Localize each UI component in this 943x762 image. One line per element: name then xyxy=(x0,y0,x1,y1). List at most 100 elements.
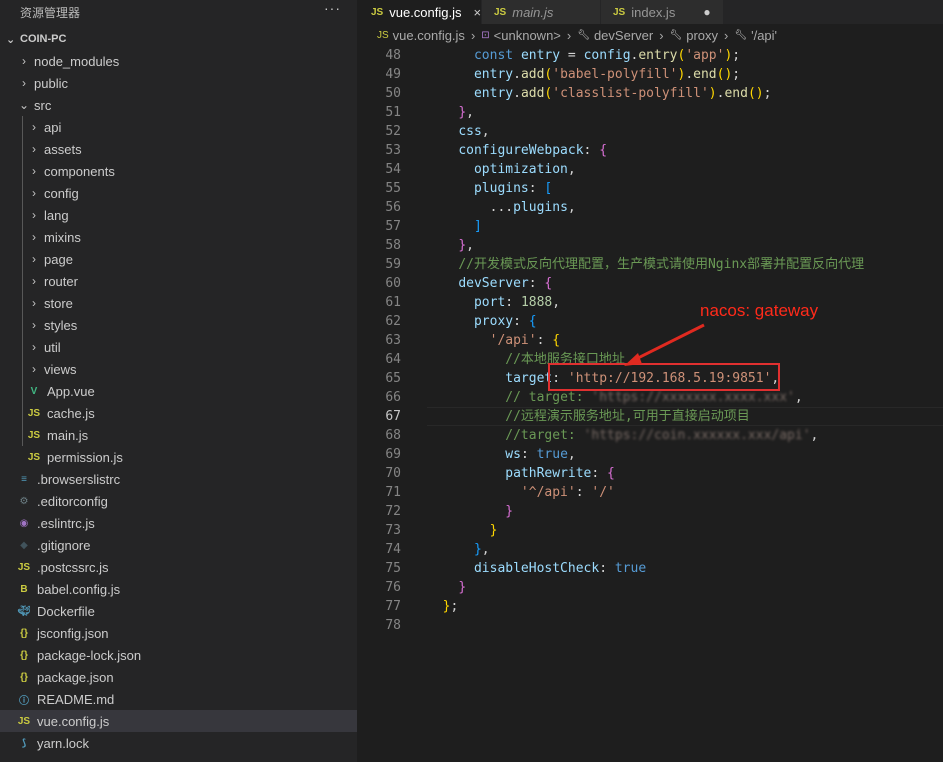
explorer-title: 资源管理器 xyxy=(20,5,81,20)
js-file-icon: JS xyxy=(371,6,384,18)
code-line[interactable]: 61 port: 1888, xyxy=(359,293,943,312)
tree-file[interactable]: ⟆ yarn.lock xyxy=(0,732,357,754)
tree-folder[interactable]: › views xyxy=(0,358,357,380)
code-line[interactable]: 59 //开发模式反向代理配置，生产模式请使用Nginx部署并配置反向代理 xyxy=(359,255,943,274)
code-token: , xyxy=(466,105,474,120)
tree-folder[interactable]: › components xyxy=(0,160,357,182)
tree-folder[interactable]: › mixins xyxy=(0,226,357,248)
tree-file[interactable]: ◉ .eslintrc.js xyxy=(0,512,357,534)
breadcrumb-item[interactable]: '/api' xyxy=(751,28,777,43)
code-line[interactable]: 78 xyxy=(359,616,943,635)
js-file-icon: JS xyxy=(377,29,389,41)
code-line[interactable]: 53 configureWebpack: { xyxy=(359,141,943,160)
code-text: //开发模式反向代理配置，生产模式请使用Nginx部署并配置反向代理 xyxy=(427,255,864,274)
code-token: add xyxy=(520,86,545,101)
tree-folder[interactable]: › public xyxy=(0,72,357,94)
code-token: plugins xyxy=(473,181,529,196)
code-line[interactable]: 72 } xyxy=(359,502,943,521)
tab-index-js[interactable]: JS index.js ● xyxy=(601,0,724,24)
code-line[interactable]: 70 pathRewrite: { xyxy=(359,464,943,483)
breadcrumb-item[interactable]: devServer xyxy=(594,28,653,43)
code-token: : xyxy=(528,276,545,291)
code-line[interactable]: 67 //远程演示服务地址,可用于直接启动项目 xyxy=(359,407,943,426)
line-number: 51 xyxy=(385,105,401,120)
code-line[interactable]: 75 disableHostCheck: true xyxy=(359,559,943,578)
code-line[interactable]: 58 }, xyxy=(359,236,943,255)
code-line[interactable]: 51 }, xyxy=(359,103,943,122)
tree-item-label: node_modules xyxy=(34,53,120,69)
code-line[interactable]: 77 }; xyxy=(359,597,943,616)
tree-folder[interactable]: › styles xyxy=(0,314,357,336)
code-line[interactable]: 56 ...plugins, xyxy=(359,198,943,217)
tab-vue-config[interactable]: JS vue.config.js × xyxy=(359,0,482,24)
json-file-icon: {} xyxy=(20,627,28,639)
tree-file[interactable]: JS main.js xyxy=(0,424,357,446)
code-line[interactable]: 55 plugins: [ xyxy=(359,179,943,198)
tree-folder[interactable]: › lang xyxy=(0,204,357,226)
tree-folder[interactable]: ⌄ src xyxy=(0,94,357,116)
tree-folder[interactable]: › util xyxy=(0,336,357,358)
breadcrumb-item[interactable]: vue.config.js xyxy=(393,28,465,43)
code-token: } xyxy=(473,542,482,557)
tree-folder[interactable]: › page xyxy=(0,248,357,270)
tree-file[interactable]: ≡ .browserslistrc xyxy=(0,468,357,490)
tree-file[interactable]: {} jsconfig.json xyxy=(0,622,357,644)
code-line[interactable]: 73 } xyxy=(359,521,943,540)
code-line[interactable]: 69 ws: true, xyxy=(359,445,943,464)
code-token: end xyxy=(724,86,748,101)
tab-main-js[interactable]: JS main.js xyxy=(482,0,601,24)
code-token: ; xyxy=(450,599,459,614)
close-icon[interactable]: × xyxy=(474,5,482,20)
more-actions-icon[interactable]: ··· xyxy=(324,0,341,16)
code-line[interactable]: 68 //target: 'https://coin.xxxxxx.xxx/ap… xyxy=(359,426,943,445)
file-tree: › node_modules › public ⌄ src › api › assets › comp… xyxy=(0,50,357,754)
tree-file[interactable]: {} package-lock.json xyxy=(0,644,357,666)
code-line[interactable]: 57 ] xyxy=(359,217,943,236)
code-line[interactable]: 74 }, xyxy=(359,540,943,559)
tree-file[interactable]: {} package.json xyxy=(0,666,357,688)
code-line[interactable]: 76 } xyxy=(359,578,943,597)
tree-file[interactable]: ◆ .gitignore xyxy=(0,534,357,556)
code-line[interactable]: 49 entry.add('babel-polyfill').end(); xyxy=(359,65,943,84)
tree-folder[interactable]: › api xyxy=(0,116,357,138)
tree-item-label: package.json xyxy=(37,669,114,685)
code-line[interactable]: 48 const entry = config.entry('app'); xyxy=(359,46,943,65)
tree-file[interactable]: JS cache.js xyxy=(0,402,357,424)
tree-item-label: src xyxy=(34,97,52,113)
breadcrumb-item[interactable]: <unknown> xyxy=(494,28,561,43)
tree-folder[interactable]: › node_modules xyxy=(0,50,357,72)
tree-file[interactable]: Bbabel.config.js xyxy=(0,578,357,600)
code-text: entry.add('babel-polyfill').end(); xyxy=(427,65,740,84)
code-text: proxy: { xyxy=(427,312,537,331)
tree-file[interactable]: JS .postcssrc.js xyxy=(0,556,357,578)
code-line[interactable]: 52 css, xyxy=(359,122,943,141)
tree-folder[interactable]: › router xyxy=(0,270,357,292)
tree-file[interactable]: JS vue.config.js xyxy=(0,710,357,732)
tree-file[interactable]: ⓘ README.md xyxy=(0,688,357,710)
line-number: 49 xyxy=(385,67,401,82)
code-token: entry xyxy=(520,48,561,63)
code-line[interactable]: 50 entry.add('classlist-polyfill').end()… xyxy=(359,84,943,103)
project-root[interactable]: ⌄ COIN-PC xyxy=(0,28,357,50)
breadcrumb-item[interactable]: proxy xyxy=(686,28,718,43)
code-token: , xyxy=(481,542,490,557)
tree-file[interactable]: JS permission.js xyxy=(0,446,357,468)
unsaved-dot-icon[interactable]: ● xyxy=(703,5,710,19)
chevron-right-icon: › xyxy=(32,252,36,266)
code-line[interactable]: 54 optimization, xyxy=(359,160,943,179)
code-text: configureWebpack: { xyxy=(427,141,607,160)
tree-folder[interactable]: › config xyxy=(0,182,357,204)
tree-file[interactable]: ⚙ .editorconfig xyxy=(0,490,357,512)
tree-file[interactable]: V App.vue xyxy=(0,380,357,402)
tree-folder[interactable]: › store xyxy=(0,292,357,314)
line-number: 62 xyxy=(385,314,401,329)
tree-folder[interactable]: › assets xyxy=(0,138,357,160)
code-line[interactable]: 60 devServer: { xyxy=(359,274,943,293)
code-line[interactable]: 71 '^/api': '/' xyxy=(359,483,943,502)
code-token: , xyxy=(567,162,576,177)
tree-file[interactable]: 🐳︎ Dockerfile xyxy=(0,600,357,622)
code-editor[interactable]: 48 const entry = config.entry('app'); 49 … xyxy=(359,46,943,762)
